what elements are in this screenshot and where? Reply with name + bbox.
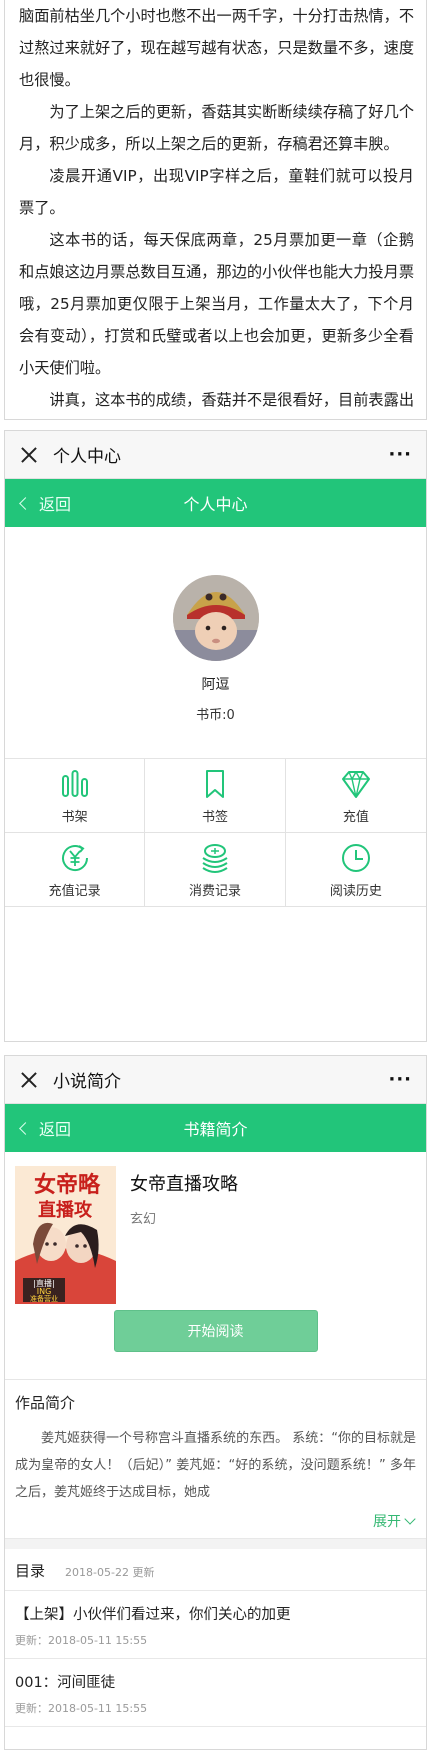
cover-tag-open: 准备营业 [30, 1294, 58, 1303]
intro-heading: 作品简介 [15, 1394, 76, 1412]
novel-intro-panel: 小说简介 ··· 返回 书籍简介 女帝略 直播攻 |直播| ING 准备营业 女… [4, 1055, 427, 1750]
menu-item-bookshelf[interactable]: 书架 [5, 759, 146, 833]
intro-text: 姜芃姬获得一个号称宫斗直播系统的东西。 系统：“你的目标就是成为皇帝的女人！（后… [15, 1431, 416, 1500]
book-meta: 女帝直播攻略 玄幻 [130, 1166, 238, 1304]
menu-item-bookmark[interactable]: 书签 [145, 759, 286, 833]
chapter-name: 【上架】小伙伴们看过来，你们关心的加更 [15, 1607, 291, 1623]
menu-label: 充值记录 [48, 883, 101, 899]
menu-label: 消费记录 [188, 883, 241, 899]
toc-title: 目录 [15, 1562, 46, 1580]
chapter-item[interactable]: 001：河间匪徒 更新：2018-05-11 15:55 [5, 1659, 426, 1727]
avatar[interactable] [172, 575, 259, 661]
book-title: 女帝直播攻略 [130, 1174, 238, 1195]
diamond-icon [341, 770, 370, 798]
username: 阿逗 [201, 677, 230, 693]
wechat-title: 个人中心 [53, 447, 121, 467]
menu-label: 充值 [342, 809, 369, 825]
toc-update-date: 2018-05-22 更新 [65, 1566, 155, 1579]
menu-item-recharge[interactable]: 充值 [285, 759, 426, 833]
close-icon[interactable] [19, 1070, 39, 1090]
article-paragraph: 凌晨开通VIP，出现VIP字样之后，童鞋们就可以投月票了。 [19, 167, 414, 217]
expand-label: 展开 [373, 1514, 401, 1530]
wechat-title: 小说简介 [53, 1072, 121, 1092]
more-icon[interactable]: ··· [388, 444, 412, 465]
toc-header: 目录 2018-05-22 更新 [5, 1549, 426, 1591]
wechat-title-bar: 个人中心 ··· [5, 431, 426, 479]
chevron-left-icon [19, 496, 32, 510]
wechat-title-bar: 小说简介 ··· [5, 1056, 426, 1104]
chevron-down-icon [404, 1513, 416, 1525]
back-label: 返回 [39, 1120, 72, 1139]
chapter-updated: 更新：2018-05-11 15:55 [15, 1702, 148, 1715]
menu-item-consumption-record[interactable]: 消费记录 [145, 833, 286, 907]
menu-label: 书签 [201, 809, 228, 825]
article-panel: 脑面前枯坐几个小时也憋不出一两千字，十分打击热情，不过熬过来就好了，现在越写越有… [4, 0, 427, 420]
book-info: 女帝略 直播攻 |直播| ING 准备营业 女帝直播攻略 玄幻 [5, 1152, 426, 1304]
chapter-item[interactable]: 【上架】小伙伴们看过来，你们关心的加更 更新：2018-05-11 15:55 [5, 1591, 426, 1659]
header-bar: 返回 书籍简介 [5, 1104, 426, 1152]
menu-item-reading-history[interactable]: 阅读历史 [285, 833, 426, 907]
recharge-record-icon [61, 844, 88, 871]
expand-button[interactable]: 展开 [5, 1507, 426, 1539]
back-label: 返回 [39, 495, 72, 514]
menu-item-recharge-record[interactable]: 充值记录 [5, 833, 146, 907]
profile-section: 阿逗 书币:0 [5, 527, 426, 759]
article-paragraph: 这本书的话，每天保底两章，25月票加更一章（企鹅和点娘这边月票总数目互通，那边的… [19, 231, 414, 377]
book-cover-art: 女帝略 直播攻 |直播| ING 准备营业 [15, 1166, 116, 1304]
article-paragraph: 脑面前枯坐几个小时也憋不出一两千字，十分打击热情，不过熬过来就好了，现在越写越有… [19, 7, 414, 89]
book-genre: 玄幻 [130, 1212, 157, 1227]
read-button-area: 开始阅读 [5, 1304, 426, 1380]
chapter-name: 001：河间匪徒 [15, 1675, 116, 1691]
chevron-left-icon [19, 1121, 32, 1135]
article-paragraph: 为了上架之后的更新，香菇其实断断续续存稿了好几个月，积少成多，所以上架之后的更新… [19, 103, 414, 153]
close-icon[interactable] [19, 445, 39, 465]
chapter-updated: 更新：2018-05-11 15:55 [15, 1634, 148, 1647]
section-divider [5, 1539, 426, 1549]
article-paragraph: 讲真，这本书的成绩，香菇并不是很看好，目前表露出来情况也让香菇心里没底，不过开书… [49, 391, 414, 409]
menu-label: 书架 [61, 809, 88, 825]
start-reading-button[interactable]: 开始阅读 [113, 1310, 318, 1352]
back-button[interactable]: 返回 [5, 491, 71, 515]
header-bar: 返回 个人中心 [5, 479, 426, 527]
menu-label: 阅读历史 [329, 883, 382, 899]
avatar-image [172, 575, 259, 661]
coin-balance: 书币:0 [196, 708, 235, 723]
more-icon[interactable]: ··· [388, 1069, 412, 1090]
bookmark-icon [205, 769, 224, 798]
bookshelf-icon [61, 769, 88, 797]
coin-stack-icon [202, 843, 228, 873]
cover-title-line1: 女帝略 [34, 1172, 101, 1198]
article-text: 脑面前枯坐几个小时也憋不出一两千字，十分打击热情，不过熬过来就好了，现在越写越有… [5, 0, 426, 419]
back-button[interactable]: 返回 [5, 1116, 71, 1140]
book-cover[interactable]: 女帝略 直播攻 |直播| ING 准备营业 [15, 1166, 116, 1304]
clock-icon [341, 843, 370, 872]
menu-grid: 书架 书签 充值 充值记录 消费记录 阅读历史 [5, 759, 426, 907]
cover-title-line2: 直播攻 [38, 1199, 93, 1221]
personal-center-panel: 个人中心 ··· 返回 个人中心 阿逗 书币:0 书架 书签 充值 充值记录 消… [4, 430, 427, 1042]
